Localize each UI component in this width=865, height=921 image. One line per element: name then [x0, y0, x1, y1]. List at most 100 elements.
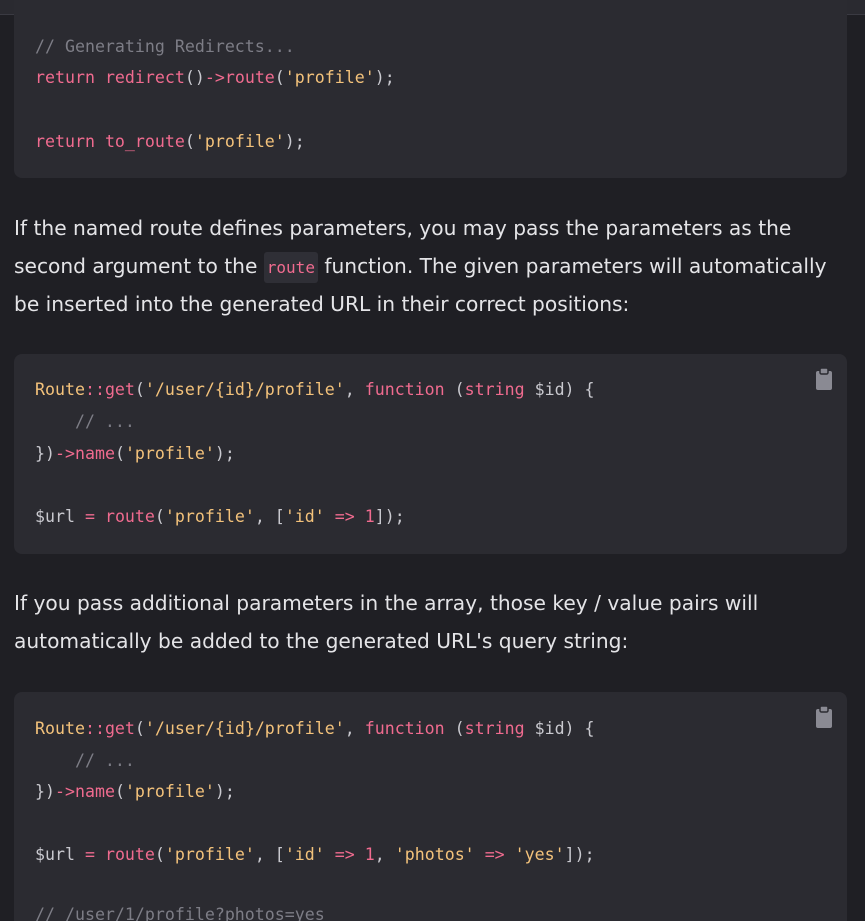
code-token: (: [154, 845, 165, 864]
code-block-query-params: Route::get('/user/{id}/profile', functio…: [14, 692, 847, 921]
code-token: (): [184, 68, 205, 87]
code-token: function: [364, 719, 445, 738]
code-token: (: [444, 719, 465, 738]
code-token: ]);: [564, 845, 595, 864]
code-token: =>: [334, 845, 355, 864]
code-token: '/user/{id}/profile': [144, 380, 345, 399]
paragraph-query-string: If you pass additional parameters in the…: [14, 585, 834, 660]
code-token: ,: [374, 845, 395, 864]
inline-code-route: route: [263, 251, 318, 283]
code-token: $id) {: [524, 719, 595, 738]
code-token: 'profile': [124, 782, 215, 801]
code-token: (: [134, 719, 145, 738]
code-line: })->name('profile');: [35, 444, 235, 464]
code-token: Route: [35, 380, 85, 399]
code-token: 1: [364, 845, 375, 864]
code-token: // /user/1/profile?photos=yes: [35, 905, 325, 921]
code-token: 'yes': [514, 845, 565, 864]
paragraph-route-parameters: If the named route defines parameters, y…: [14, 210, 834, 324]
code-token: 'profile': [124, 444, 215, 463]
code-token: route: [224, 68, 275, 87]
code-token: get: [104, 719, 135, 738]
code-token: 'profile': [164, 507, 255, 526]
code-token: (: [154, 507, 165, 526]
code-token: redirect: [104, 68, 185, 87]
code-token: 1: [364, 507, 375, 526]
code-line: // /user/1/profile?photos=yes: [35, 905, 325, 921]
code-token: ,: [344, 719, 365, 738]
code-token: name: [74, 782, 115, 801]
code-token: );: [374, 68, 395, 87]
clipboard-icon[interactable]: [815, 367, 833, 391]
code-token: $id) {: [524, 380, 595, 399]
code-token: (: [114, 782, 125, 801]
code-token: 'photos': [394, 845, 475, 864]
code-token: route: [104, 507, 155, 526]
code-token: =>: [334, 507, 355, 526]
code-token: (: [274, 68, 285, 87]
code-line: // ...: [35, 412, 135, 432]
code-token: =>: [484, 845, 505, 864]
code-token: (: [114, 444, 125, 463]
code-token: ->: [54, 444, 75, 463]
code-token: get: [104, 380, 135, 399]
code-token: string: [464, 380, 525, 399]
code-token: // ...: [35, 412, 135, 431]
code-token: // ...: [35, 751, 135, 770]
code-token: return: [35, 132, 105, 151]
code-token: // Generating Redirects...: [35, 37, 295, 56]
code-token: (: [134, 380, 145, 399]
code-token: route: [104, 845, 155, 864]
code-token: ]);: [374, 507, 405, 526]
code-token: name: [74, 444, 115, 463]
code-block-redirects: // Generating Redirects... return redire…: [14, 0, 847, 178]
code-token: function: [364, 380, 445, 399]
code-token: }): [35, 782, 55, 801]
code-token: , [: [254, 845, 285, 864]
code-token: Route: [35, 719, 85, 738]
code-token: );: [214, 444, 235, 463]
code-token: to_route: [104, 132, 185, 151]
code-token: 'profile': [194, 132, 285, 151]
code-line: return redirect()->route('profile');: [35, 68, 395, 88]
clipboard-icon[interactable]: [815, 705, 833, 729]
code-token: (: [444, 380, 465, 399]
code-line: // ...: [35, 751, 135, 771]
code-token: $url: [35, 507, 85, 526]
code-token: '/user/{id}/profile': [144, 719, 345, 738]
code-token: ::: [84, 380, 105, 399]
code-token: 'profile': [164, 845, 255, 864]
code-block-route-params: Route::get('/user/{id}/profile', functio…: [14, 354, 847, 554]
code-token: return: [35, 68, 105, 87]
code-token: 'id': [284, 845, 325, 864]
code-line: return to_route('profile');: [35, 132, 305, 152]
code-token: string: [464, 719, 525, 738]
code-line: $url = route('profile', ['id' => 1, 'pho…: [35, 845, 595, 865]
code-token: , [: [254, 507, 285, 526]
code-token: ->: [204, 68, 225, 87]
paragraph-text: If you pass additional parameters in the…: [14, 591, 759, 653]
code-token: );: [214, 782, 235, 801]
code-line: })->name('profile');: [35, 782, 235, 802]
code-line: Route::get('/user/{id}/profile', functio…: [35, 380, 595, 400]
code-line: $url = route('profile', ['id' => 1]);: [35, 507, 405, 527]
code-token: );: [284, 132, 305, 151]
code-token: $url: [35, 845, 85, 864]
code-token: ->: [54, 782, 75, 801]
code-token: }): [35, 444, 55, 463]
code-token: ,: [344, 380, 365, 399]
code-line: // Generating Redirects...: [35, 37, 295, 57]
code-token: 'id': [284, 507, 325, 526]
code-token: ::: [84, 719, 105, 738]
code-token: =: [84, 507, 95, 526]
code-line: Route::get('/user/{id}/profile', functio…: [35, 719, 595, 739]
code-token: =: [84, 845, 95, 864]
code-token: 'profile': [284, 68, 375, 87]
